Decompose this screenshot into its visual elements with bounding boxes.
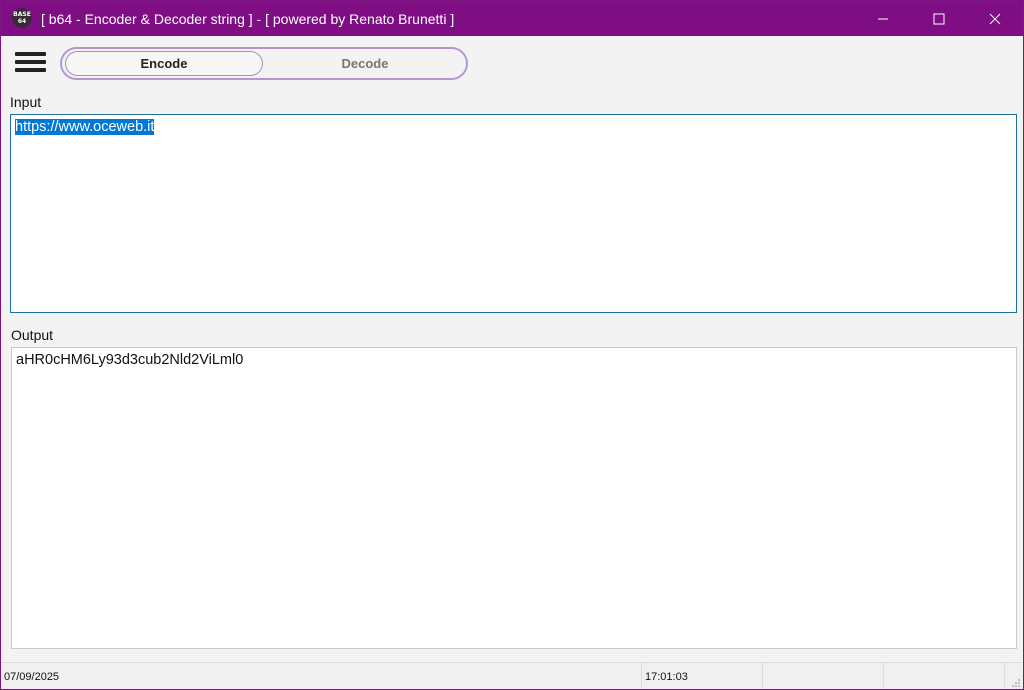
mode-toggle: Encode Decode xyxy=(60,47,468,80)
maximize-button[interactable] xyxy=(911,1,967,36)
app-window: BASE 64 [ b64 - Encoder & Decoder string… xyxy=(0,0,1024,690)
input-label: Input xyxy=(10,94,42,110)
app-icon[interactable]: BASE 64 xyxy=(12,8,32,28)
toolbar: Encode Decode xyxy=(1,36,1023,91)
close-button[interactable] xyxy=(967,1,1023,36)
resize-grip-icon[interactable] xyxy=(1011,678,1021,688)
status-date: 07/09/2025 xyxy=(4,670,60,683)
title-bar[interactable]: BASE 64 [ b64 - Encoder & Decoder string… xyxy=(1,1,1023,36)
maximize-icon xyxy=(933,13,945,24)
minimize-icon xyxy=(878,18,888,19)
output-label: Output xyxy=(11,327,54,343)
status-panel-empty-1 xyxy=(762,663,883,689)
decode-button[interactable]: Decode xyxy=(266,51,464,76)
status-panel-empty-2 xyxy=(883,663,1004,689)
status-time: 17:01:03 xyxy=(645,670,688,683)
status-date-panel: 07/09/2025 xyxy=(1,663,641,689)
status-bar: 07/09/2025 17:01:03 xyxy=(1,662,1023,689)
input-textarea[interactable]: https://www.oceweb.it xyxy=(10,114,1017,313)
hamburger-menu-icon[interactable] xyxy=(15,51,47,75)
input-text: https://www.oceweb.it xyxy=(15,119,155,135)
status-time-panel: 17:01:03 xyxy=(641,663,762,689)
window-title: [ b64 - Encoder & Decoder string ] - [ p… xyxy=(41,11,455,27)
output-textarea[interactable]: aHR0cHM6Ly93d3cub2Nld2ViLml0 xyxy=(11,347,1017,649)
minimize-button[interactable] xyxy=(855,1,911,36)
encode-button[interactable]: Encode xyxy=(65,51,263,76)
output-text: aHR0cHM6Ly93d3cub2Nld2ViLml0 xyxy=(16,352,244,368)
close-icon xyxy=(989,13,1001,24)
